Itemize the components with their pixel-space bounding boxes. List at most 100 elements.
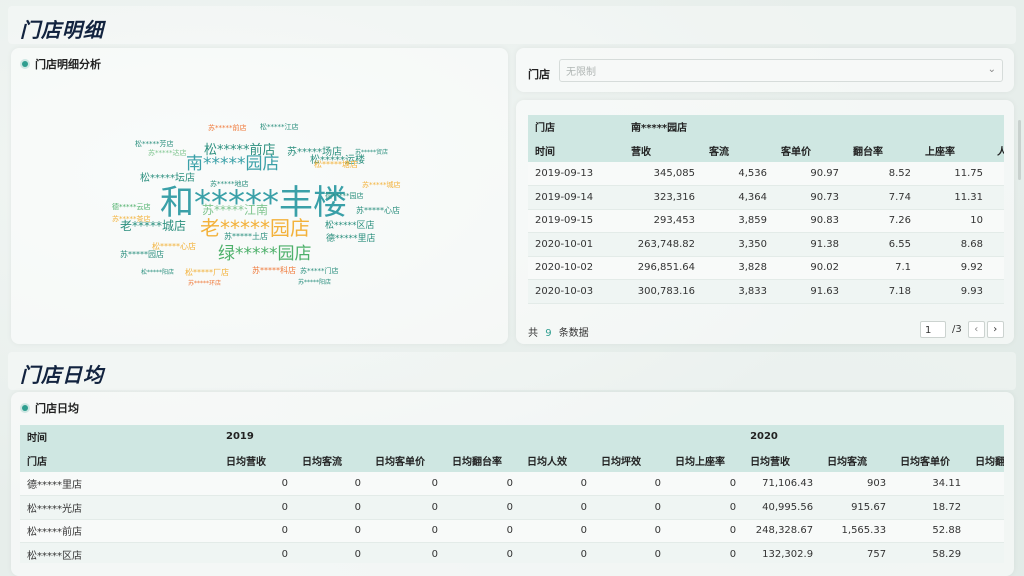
word-cloud-term[interactable]: 苏*****前店: [208, 125, 247, 132]
word-cloud-term[interactable]: 松*****前店: [204, 144, 276, 157]
store-filter-select[interactable]: 无限制 ⌄: [559, 59, 1003, 82]
col-header-occupancy[interactable]: 上座率: [918, 138, 990, 162]
cell-turnover: 7.74: [846, 185, 918, 210]
cell-occupancy: 8.68: [918, 232, 990, 257]
cell-avg-ticket: 91.63: [774, 279, 846, 304]
detail-table-viewport[interactable]: 门店 南*****园店 时间 营收 客流 客单价 翻台率 上座率 人 2019-…: [528, 115, 1004, 311]
cell-value: 0: [445, 519, 520, 543]
word-cloud-term[interactable]: 德*****园店: [325, 193, 364, 200]
col-header-daily-revenue-2020[interactable]: 日均营收: [743, 448, 821, 472]
cell-value: 757: [820, 542, 894, 563]
word-cloud-term[interactable]: 苏*****地店: [210, 181, 249, 188]
cell-value: 0: [219, 542, 295, 563]
head-year-2020: 2020: [743, 425, 1004, 449]
cell-value: 0: [219, 495, 295, 520]
cell-turnover: 7.26: [846, 209, 918, 233]
word-cloud-term[interactable]: 苏*****城店: [362, 182, 401, 189]
detail-table: 门店 南*****园店 时间 营收 客流 客单价 翻台率 上座率 人 2019-…: [528, 115, 1004, 304]
table-row: 德*****里店 0 0 0 0 0 0 0 71,106.43 903 34.11: [20, 472, 1004, 496]
word-cloud-term[interactable]: 苏*****园店: [120, 251, 164, 259]
cell-value: 0: [520, 519, 594, 543]
daily-table-viewport[interactable]: 时间 2019 2020 门店 日均营收 日均客流 日均客单价 日均翻台率 日均…: [20, 425, 1004, 563]
cell-value: 0: [445, 542, 520, 563]
cell-value: 0: [668, 495, 744, 520]
cell-more: [990, 185, 1004, 210]
cell-revenue: 300,783.16: [624, 279, 702, 304]
cell-value: 71,106.43: [743, 472, 821, 496]
word-cloud-term[interactable]: 苏*****阳店: [298, 280, 331, 286]
col-header-daily-area-eff[interactable]: 日均坪效: [594, 448, 668, 472]
word-cloud-term[interactable]: 绿*****园店: [218, 246, 312, 263]
word-cloud-term[interactable]: 松*****区店: [325, 222, 375, 231]
store-filter-placeholder: 无限制: [566, 67, 596, 78]
cell-value: 0: [368, 472, 445, 496]
word-cloud-term[interactable]: 苏*****门店: [300, 268, 339, 275]
col-header-daily-traffic-2020[interactable]: 日均客流: [820, 448, 894, 472]
col-header-revenue[interactable]: 营收: [624, 138, 702, 162]
table-row: 松*****光店 0 0 0 0 0 0 0 40,995.56 915.67 18.72: [20, 495, 1004, 520]
word-cloud-term[interactable]: 德*****里店: [326, 235, 376, 244]
col-header-daily-occupancy[interactable]: 日均上座率: [668, 448, 744, 472]
cell-value: 0: [368, 495, 445, 520]
word-cloud-term[interactable]: 苏*****心店: [356, 207, 400, 215]
col-header-time[interactable]: 时间: [528, 138, 624, 162]
cell-store: 松*****光店: [20, 495, 219, 520]
word-cloud-term[interactable]: 苏*****土店: [224, 233, 268, 241]
cell-value: [968, 495, 1004, 520]
word-cloud-term[interactable]: 苏*****环店: [188, 281, 221, 287]
word-cloud-term[interactable]: 松*****厂店: [185, 269, 229, 277]
word-cloud-term[interactable]: 松*****塘店: [314, 161, 358, 169]
word-cloud-term[interactable]: 苏*****茶店: [112, 216, 151, 223]
cell-turnover: 7.18: [846, 279, 918, 304]
cell-revenue: 263,748.82: [624, 232, 702, 257]
col-header-daily-traffic[interactable]: 日均客流: [295, 448, 368, 472]
word-cloud-term[interactable]: 苏*****场店: [287, 148, 342, 158]
page-scrollbar[interactable]: [1018, 120, 1021, 180]
word-cloud-term[interactable]: 苏*****达店: [148, 150, 187, 157]
prev-page-button[interactable]: ‹: [967, 321, 985, 338]
cell-value: 0: [668, 542, 744, 563]
col-header-daily-staff-eff[interactable]: 日均人效: [520, 448, 594, 472]
word-cloud-term[interactable]: 松*****坛店: [140, 174, 195, 184]
cell-value: 0: [594, 519, 668, 543]
col-header-daily-avg-ticket[interactable]: 日均客单价: [368, 448, 445, 472]
cell-value: 0: [295, 519, 368, 543]
cell-value: 0: [445, 495, 520, 520]
word-cloud-term[interactable]: 南*****园店: [186, 156, 280, 173]
col-header-avg-ticket[interactable]: 客单价: [774, 138, 846, 162]
cell-value: 915.67: [820, 495, 894, 520]
cell-more: [990, 256, 1004, 280]
word-cloud-term[interactable]: 苏*****贸店: [355, 150, 388, 156]
table-row: 2019-09-15 293,453 3,859 90.83 7.26 10: [528, 209, 1004, 233]
cell-value: 0: [219, 519, 295, 543]
word-cloud[interactable]: 和*****丰楼 老*****园店 绿*****园店 南*****园店 松*****前店…: [100, 108, 420, 304]
col-header-traffic[interactable]: 客流: [702, 138, 774, 162]
word-cloud-term[interactable]: 松*****江店: [260, 124, 299, 131]
col-header-store[interactable]: 门店: [20, 448, 219, 472]
cell-revenue: 345,085: [624, 162, 702, 186]
word-cloud-term[interactable]: 松*****阳店: [141, 270, 174, 276]
word-cloud-term[interactable]: 松*****芳店: [135, 141, 174, 148]
page-number-input[interactable]: 1: [920, 321, 946, 338]
col-header-daily-avg-ticket-2020[interactable]: 日均客单价: [893, 448, 969, 472]
cell-value: 52.88: [893, 519, 969, 543]
col-header-daily-turnover-2020[interactable]: 日均翻: [968, 448, 1004, 472]
col-header-turnover[interactable]: 翻台率: [846, 138, 918, 162]
word-cloud-term[interactable]: 苏*****科店: [252, 267, 296, 275]
word-cloud-term[interactable]: 德*****云店: [112, 204, 151, 211]
cell-value: 34.11: [893, 472, 969, 496]
col-header-daily-turnover[interactable]: 日均翻台率: [445, 448, 520, 472]
bullet-dot-icon: [22, 405, 28, 411]
cell-avg-ticket: 90.97: [774, 162, 846, 186]
table-row: 2020-10-01 263,748.82 3,350 91.38 6.55 8…: [528, 232, 1004, 257]
detail-store-value: 南*****园店: [624, 115, 1004, 139]
cell-value: 40,995.56: [743, 495, 821, 520]
cell-avg-ticket: 90.73: [774, 185, 846, 210]
next-page-button[interactable]: ›: [986, 321, 1004, 338]
bullet-dot-icon: [22, 61, 28, 67]
col-header-daily-revenue[interactable]: 日均营收: [219, 448, 295, 472]
cell-time: 2020-10-03: [528, 279, 624, 304]
cell-avg-ticket: 90.83: [774, 209, 846, 233]
word-cloud-term[interactable]: 苏*****江南: [202, 204, 268, 216]
head-year-2019: 2019: [219, 425, 744, 449]
